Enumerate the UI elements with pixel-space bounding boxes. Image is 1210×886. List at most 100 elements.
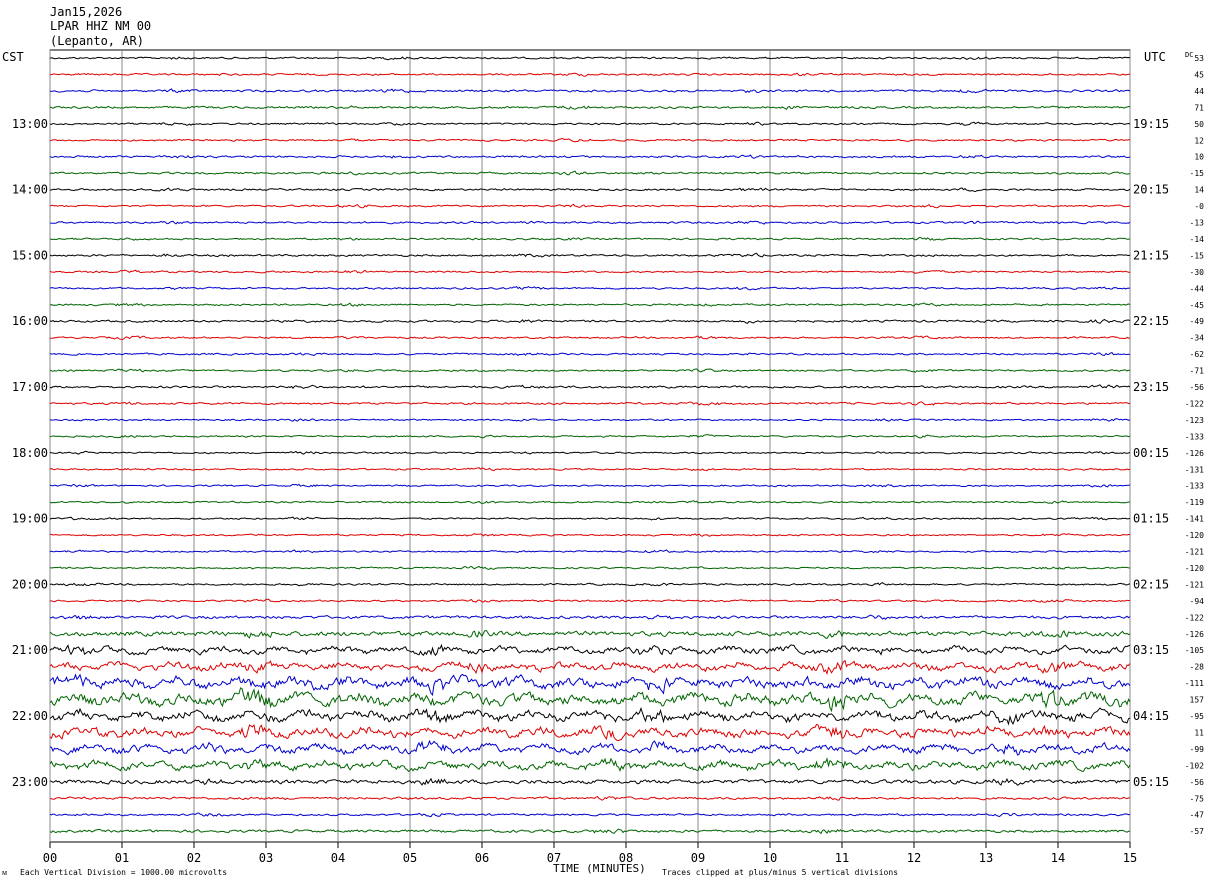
right-hour-label: 00:15 bbox=[1133, 446, 1169, 460]
seismic-trace bbox=[49, 170, 1131, 176]
seismic-trace bbox=[50, 598, 1131, 603]
x-tick-label: 09 bbox=[691, 851, 705, 865]
dc-offset-label: -122 bbox=[1185, 399, 1204, 408]
x-tick-label: 14 bbox=[1051, 851, 1065, 865]
x-tick-label: 03 bbox=[259, 851, 273, 865]
right-timezone-label: UTC bbox=[1144, 50, 1166, 64]
x-tick-label: 06 bbox=[475, 851, 489, 865]
dc-offset-label: -123 bbox=[1185, 416, 1204, 425]
dc-offset-label: -126 bbox=[1185, 630, 1204, 639]
left-hour-label: 21:00 bbox=[12, 643, 48, 657]
right-hour-label: 05:15 bbox=[1133, 775, 1169, 789]
left-hour-label: 14:00 bbox=[12, 183, 48, 197]
seismic-trace bbox=[49, 629, 1131, 639]
seismic-trace bbox=[49, 516, 1131, 521]
dc-offset-label: 71 bbox=[1194, 103, 1204, 112]
seismic-trace bbox=[49, 352, 1131, 357]
dc-offset-label: -34 bbox=[1190, 334, 1205, 343]
dc-offset-label: -13 bbox=[1190, 219, 1205, 228]
seismic-trace bbox=[50, 614, 1131, 621]
seismic-trace bbox=[49, 777, 1131, 786]
dc-offset-label: -75 bbox=[1190, 794, 1205, 803]
seismic-trace bbox=[49, 302, 1131, 307]
x-tick-label: 12 bbox=[907, 851, 921, 865]
vertical-scale-note: Each Vertical Division = 1000.00 microvo… bbox=[20, 868, 228, 877]
right-hour-label: 20:15 bbox=[1133, 183, 1169, 197]
seismic-trace bbox=[49, 795, 1131, 801]
dc-offset-label: 157 bbox=[1190, 696, 1205, 705]
dc-offset-label: -28 bbox=[1190, 663, 1205, 672]
dc-offset-label: -102 bbox=[1185, 761, 1204, 770]
header-date: Jan15,2026 bbox=[50, 5, 123, 19]
seismic-trace bbox=[49, 434, 1131, 439]
seismic-trace bbox=[49, 318, 1131, 324]
left-hour-label: 22:00 bbox=[12, 709, 48, 723]
seismic-trace bbox=[49, 757, 1131, 773]
dc-offset-label: 10 bbox=[1194, 153, 1204, 162]
seismic-trace bbox=[49, 384, 1131, 389]
seismic-trace bbox=[49, 236, 1131, 241]
header-location: (Lepanto, AR) bbox=[50, 34, 144, 48]
seismic-trace bbox=[49, 252, 1131, 258]
dc-offset-label: -0 bbox=[1194, 202, 1204, 211]
seismic-trace bbox=[49, 88, 1131, 94]
clip-note: Traces clipped at plus/minus 5 vertical … bbox=[662, 868, 899, 877]
seismic-trace bbox=[49, 121, 1131, 126]
x-tick-label: 15 bbox=[1123, 851, 1137, 865]
x-axis-title: TIME (MINUTES) bbox=[553, 862, 646, 875]
right-hour-label: 21:15 bbox=[1133, 248, 1169, 262]
dc-offset-label: -133 bbox=[1185, 432, 1204, 441]
footer-mark: ᴍ bbox=[2, 868, 8, 877]
seismic-trace bbox=[49, 500, 1131, 504]
right-hour-label: 19:15 bbox=[1133, 117, 1169, 131]
plot-frame bbox=[49, 49, 1131, 843]
seismic-trace bbox=[49, 269, 1131, 274]
dc-offset-label: -121 bbox=[1185, 580, 1204, 589]
dc-offset-label: -105 bbox=[1185, 646, 1204, 655]
dc-offset-label: -95 bbox=[1190, 712, 1205, 721]
seismic-trace bbox=[49, 533, 1131, 537]
seismic-trace bbox=[49, 643, 1131, 657]
seismic-trace bbox=[49, 565, 1131, 570]
seismic-trace bbox=[49, 828, 1131, 835]
seismic-trace bbox=[49, 673, 1131, 696]
seismic-trace bbox=[49, 220, 1131, 225]
x-tick-label: 04 bbox=[331, 851, 345, 865]
dc-offset-label: 44 bbox=[1194, 87, 1204, 96]
dc-offset-label: -120 bbox=[1185, 564, 1204, 573]
dc-offset-label: -57 bbox=[1190, 827, 1205, 836]
seismic-trace bbox=[49, 582, 1131, 587]
seismic-trace bbox=[49, 138, 1131, 143]
seismic-trace bbox=[49, 105, 1131, 110]
dc-offset-label: -71 bbox=[1190, 367, 1205, 376]
x-tick-label: 13 bbox=[979, 851, 993, 865]
dc-offset-label: -49 bbox=[1190, 317, 1205, 326]
seismic-trace bbox=[49, 706, 1131, 726]
dc-offset-label: -99 bbox=[1190, 745, 1205, 754]
seismic-trace bbox=[49, 285, 1131, 291]
dc-offset-label: -121 bbox=[1185, 548, 1204, 557]
seismic-trace bbox=[49, 483, 1131, 488]
seismic-trace bbox=[49, 659, 1131, 676]
seismic-trace bbox=[49, 368, 1131, 373]
right-hour-label: 02:15 bbox=[1133, 577, 1169, 591]
dc-offset-label: -15 bbox=[1190, 169, 1205, 178]
dc-offset-label: 45 bbox=[1194, 70, 1204, 79]
x-tick-label: 10 bbox=[763, 851, 777, 865]
seismic-trace bbox=[49, 723, 1131, 742]
dc-offset-label: 53 bbox=[1194, 54, 1204, 63]
x-tick-label: 02 bbox=[187, 851, 201, 865]
header-station: LPAR HHZ NM 00 bbox=[50, 19, 152, 33]
seismic-trace bbox=[49, 335, 1131, 341]
seismic-trace bbox=[49, 154, 1131, 159]
seismic-trace bbox=[49, 72, 1131, 77]
dc-header-label: DC bbox=[1185, 51, 1193, 59]
dc-offset-label: -15 bbox=[1190, 251, 1205, 260]
dc-offset-label: -14 bbox=[1190, 235, 1205, 244]
dc-offset-label: -120 bbox=[1185, 531, 1204, 540]
dc-offset-label: -56 bbox=[1190, 383, 1205, 392]
dc-offset-label: -44 bbox=[1190, 284, 1205, 293]
dc-offset-label: -56 bbox=[1190, 778, 1205, 787]
dc-offset-label: -47 bbox=[1190, 811, 1205, 820]
seismic-trace bbox=[49, 450, 1131, 455]
